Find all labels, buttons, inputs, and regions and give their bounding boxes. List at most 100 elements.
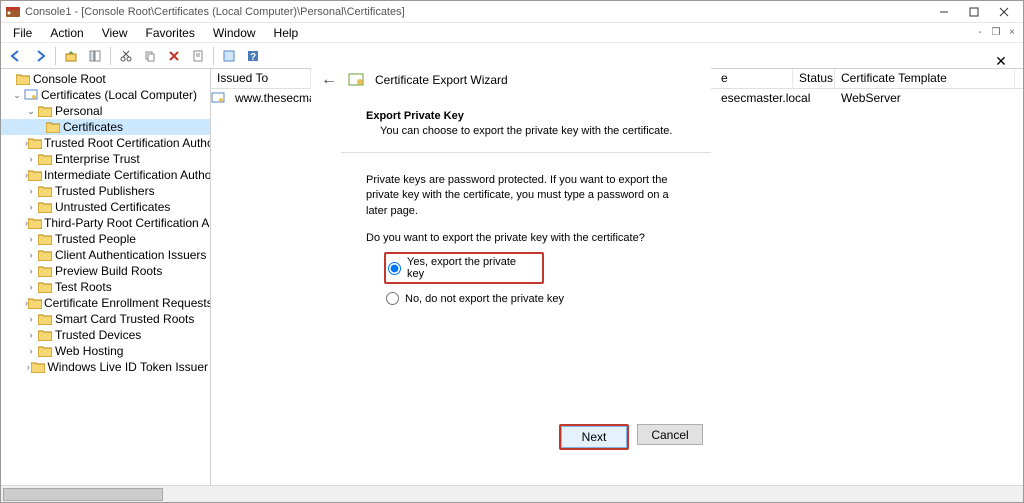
tree-personal[interactable]: ⌄Personal — [1, 103, 210, 119]
cancel-button[interactable]: Cancel — [637, 424, 703, 445]
folder-icon — [37, 344, 53, 358]
tree-label: Trusted People — [55, 232, 136, 246]
mdi-minimize-icon[interactable]: - — [973, 25, 987, 39]
tree-label: Third-Party Root Certification Authoriti… — [44, 216, 211, 230]
menu-view[interactable]: View — [94, 24, 136, 42]
dialog-sub: You can choose to export the private key… — [366, 124, 681, 139]
tree-trusted-root[interactable]: ›Trusted Root Certification Authorities — [1, 135, 210, 151]
tree-trusted-devices[interactable]: ›Trusted Devices — [1, 327, 210, 343]
radio-no-input[interactable] — [386, 292, 399, 305]
tree-preview-build[interactable]: ›Preview Build Roots — [1, 263, 210, 279]
back-button[interactable] — [5, 45, 27, 67]
dialog-heading: Export Private Key — [366, 109, 681, 124]
tree-web-hosting[interactable]: ›Web Hosting — [1, 343, 210, 359]
tree-windows-live[interactable]: ›Windows Live ID Token Issuer — [1, 359, 210, 375]
tree-trusted-people[interactable]: ›Trusted People — [1, 231, 210, 247]
tree-label: Certificates — [63, 120, 123, 134]
back-arrow-icon[interactable]: ← — [321, 71, 337, 89]
menu-favorites[interactable]: Favorites — [138, 24, 203, 42]
menu-window[interactable]: Window — [205, 24, 264, 42]
tree-label: Enterprise Trust — [55, 152, 140, 166]
mdi-restore-icon[interactable]: ❐ — [989, 25, 1003, 39]
dialog-question: Do you want to export the private key wi… — [366, 231, 681, 246]
folder-icon — [37, 200, 53, 214]
tree-client-auth[interactable]: ›Client Authentication Issuers — [1, 247, 210, 263]
tree-label: Test Roots — [55, 280, 112, 294]
dialog-close-button[interactable]: ✕ — [991, 53, 1011, 73]
tree-third-party[interactable]: ›Third-Party Root Certification Authorit… — [1, 215, 210, 231]
tree-label: Intermediate Certification Authorities — [44, 168, 211, 182]
folder-icon — [37, 152, 53, 166]
menu-action[interactable]: Action — [42, 24, 91, 42]
certificate-icon — [211, 91, 227, 105]
next-button[interactable]: Next — [559, 424, 629, 450]
tree-label: Web Hosting — [55, 344, 123, 358]
col-issued-to[interactable]: Issued To — [211, 69, 311, 88]
up-button[interactable] — [60, 45, 82, 67]
forward-button[interactable] — [29, 45, 51, 67]
folder-icon — [37, 264, 53, 278]
radio-yes[interactable]: Yes, export the private key — [384, 252, 544, 284]
folder-icon — [37, 312, 53, 326]
minimize-button[interactable] — [929, 2, 959, 22]
radio-no-label: No, do not export the private key — [405, 293, 564, 305]
folder-icon — [37, 248, 53, 262]
export-wizard-dialog: ✕ ← Certificate Export Wizard Export Pri… — [311, 47, 711, 462]
col-status[interactable]: Status — [793, 69, 835, 89]
right-columns: e Status Certificate Template esecmaster… — [715, 69, 1015, 107]
folder-icon — [45, 120, 61, 134]
close-button[interactable] — [989, 2, 1019, 22]
radio-no[interactable]: No, do not export the private key — [384, 290, 681, 307]
menu-help[interactable]: Help — [266, 24, 307, 42]
certificate-wizard-icon — [347, 71, 365, 89]
cell-template: WebServer — [835, 91, 1015, 105]
titlebar-text: Console1 - [Console Root\Certificates (L… — [25, 6, 929, 18]
tree-smart-card[interactable]: ›Smart Card Trusted Roots — [1, 311, 210, 327]
folder-icon — [37, 232, 53, 246]
tree-pane: Console Root ⌄Certificates (Local Comput… — [1, 69, 211, 485]
tree-enterprise-trust[interactable]: ›Enterprise Trust — [1, 151, 210, 167]
tree-test-roots[interactable]: ›Test Roots — [1, 279, 210, 295]
folder-icon — [28, 296, 42, 310]
tree-label: Untrusted Certificates — [55, 200, 170, 214]
tree-certificates[interactable]: Certificates — [1, 119, 210, 135]
horizontal-scrollbar[interactable] — [1, 485, 1023, 502]
folder-icon — [37, 328, 53, 342]
folder-icon — [37, 104, 53, 118]
help-button[interactable]: ? — [242, 45, 264, 67]
tree-label: Windows Live ID Token Issuer — [47, 360, 208, 374]
tree-label: Trusted Publishers — [55, 184, 155, 198]
tree-untrusted[interactable]: ›Untrusted Certificates — [1, 199, 210, 215]
folder-icon — [37, 280, 53, 294]
tree-label: Preview Build Roots — [55, 264, 162, 278]
tree-intermediate[interactable]: ›Intermediate Certification Authorities — [1, 167, 210, 183]
menu-file[interactable]: File — [5, 24, 40, 42]
certificate-icon — [23, 88, 39, 102]
maximize-button[interactable] — [959, 2, 989, 22]
menubar: File Action View Favorites Window Help -… — [1, 23, 1023, 43]
show-hide-button[interactable] — [84, 45, 106, 67]
tree-console-root[interactable]: Console Root — [1, 71, 210, 87]
folder-icon — [28, 136, 42, 150]
tree-label: Trusted Devices — [55, 328, 141, 342]
tree-label: Trusted Root Certification Authorities — [44, 136, 211, 150]
cell-issued-by: esecmaster.local — [715, 91, 793, 105]
properties-button[interactable] — [187, 45, 209, 67]
delete-button[interactable] — [163, 45, 185, 67]
dialog-title: Certificate Export Wizard — [375, 73, 508, 87]
app-icon — [5, 4, 21, 20]
tree-label: Client Authentication Issuers — [55, 248, 206, 262]
tree-cert-enroll[interactable]: ›Certificate Enrollment Requests — [1, 295, 210, 311]
copy-button[interactable] — [139, 45, 161, 67]
mdi-close-icon[interactable]: × — [1005, 25, 1019, 39]
tree-certificates-lc[interactable]: ⌄Certificates (Local Computer) — [1, 87, 210, 103]
col-issued-by[interactable]: e — [715, 69, 793, 89]
svg-text:?: ? — [250, 52, 256, 63]
radio-yes-input[interactable] — [388, 262, 401, 275]
folder-icon — [28, 216, 42, 230]
tree-trusted-publishers[interactable]: ›Trusted Publishers — [1, 183, 210, 199]
col-template[interactable]: Certificate Template — [835, 69, 1015, 89]
refresh-button[interactable] — [218, 45, 240, 67]
folder-icon — [28, 168, 42, 182]
cut-button[interactable] — [115, 45, 137, 67]
